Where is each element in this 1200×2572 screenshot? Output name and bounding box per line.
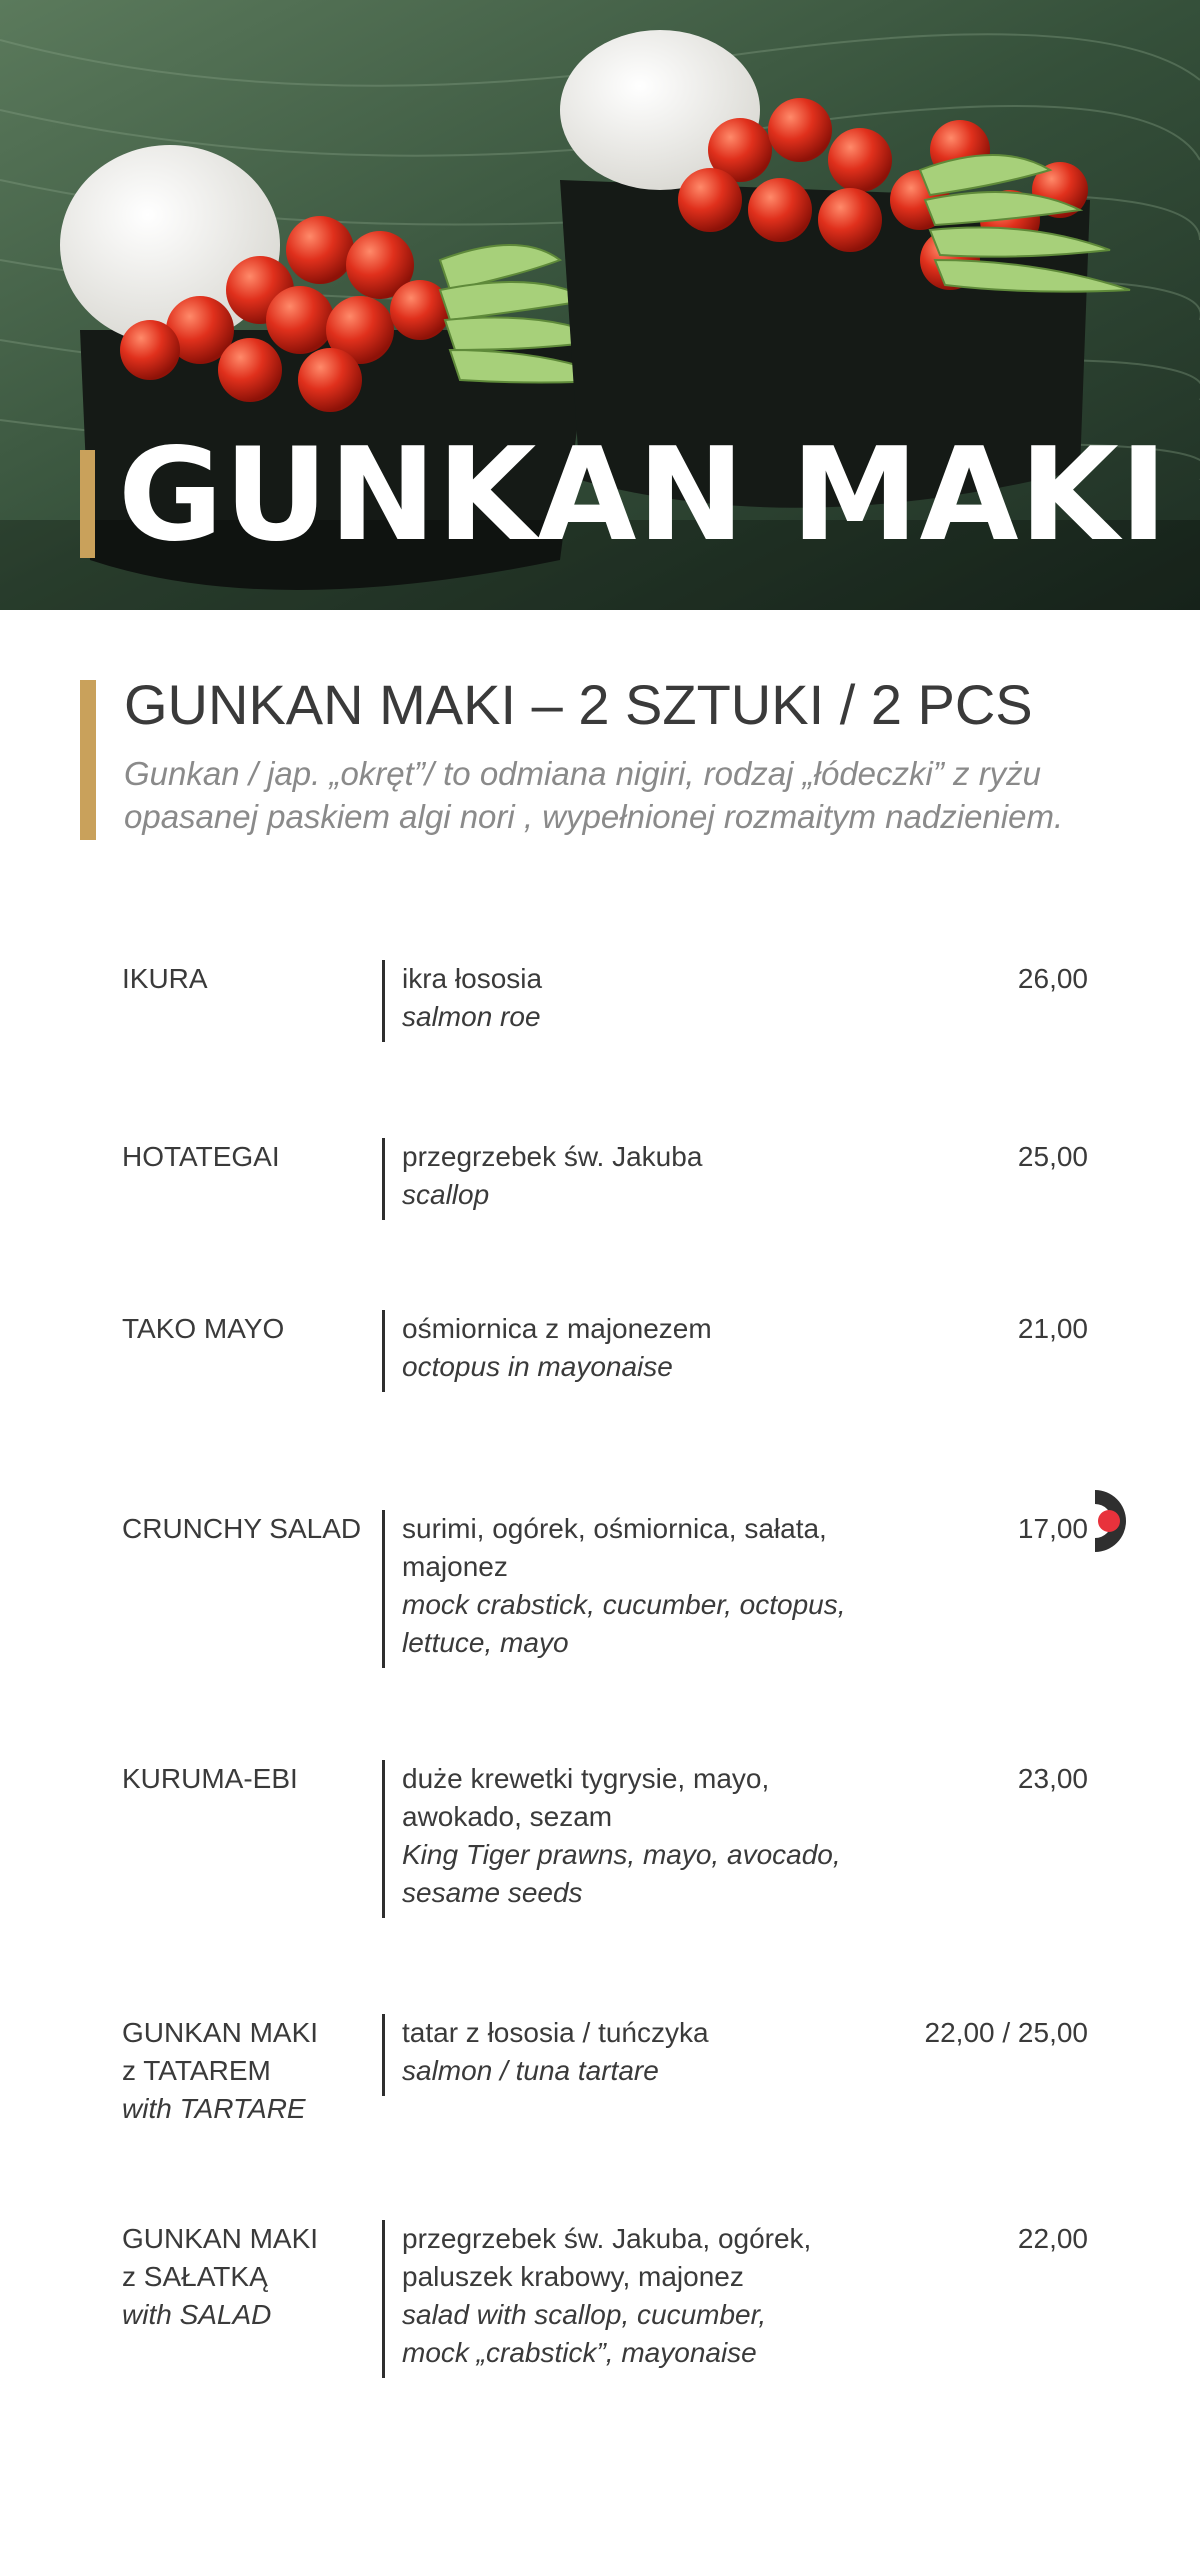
item-name-line: GUNKAN MAKI [122, 2017, 319, 2048]
item-name-english: with SALAD [122, 2299, 272, 2330]
item-description-english: salmon / tuna tartare [402, 2055, 659, 2086]
item-name: HOTATEGAI [122, 1138, 372, 1176]
item-description-english: mock crabstick, cucumber, octopus, [402, 1589, 846, 1620]
item-price: 22,00 [1017, 2223, 1088, 2254]
item-description: przegrzebek św. Jakuba scallop [402, 1138, 922, 1214]
item-description-polish: awokado, sezam [402, 1801, 613, 1832]
item-divider [382, 960, 385, 1042]
item-price: 25,00 [1017, 1141, 1088, 1172]
item-description-english: mock „crabstick”, mayonaise [402, 2337, 757, 2368]
item-divider [382, 1760, 385, 1918]
item-description-polish: majonez [402, 1551, 508, 1582]
item-name-line: z SAŁATKĄ [122, 2261, 268, 2292]
item-name: GUNKAN MAKI z TATAREM with TARTARE [122, 2014, 372, 2128]
item-divider [382, 1510, 385, 1668]
item-name: CRUNCHY SALAD [122, 1510, 372, 1548]
item-description-polish: duże krewetki tygrysie, mayo, [402, 1763, 770, 1794]
item-name-line: CRUNCHY SALAD [122, 1513, 362, 1544]
item-name: IKURA [122, 960, 372, 998]
item-price: 22,00 / 25,00 [924, 2017, 1088, 2048]
item-name-line: HOTATEGAI [122, 1141, 280, 1172]
hero-title: GUNKAN MAKI [118, 421, 1169, 570]
item-description-english: salad with scallop, cucumber, [402, 2299, 767, 2330]
item-name: KURUMA-EBI [122, 1760, 372, 1798]
item-name-line: TAKO MAYO [122, 1313, 285, 1344]
item-description-polish: przegrzebek św. Jakuba, ogórek, [402, 2223, 812, 2254]
item-name-line: IKURA [122, 963, 208, 994]
item-description: duże krewetki tygrysie, mayo, awokado, se… [402, 1760, 922, 1912]
item-description: ikra łososia salmon roe [402, 960, 922, 1036]
item-description-polish: tatar z łososia / tuńczyka [402, 2017, 709, 2048]
item-divider [382, 1138, 385, 1220]
item-description-english: salmon roe [402, 1001, 541, 1032]
hero-banner: GUNKAN MAKI [0, 0, 1200, 610]
section-accent-bar [80, 680, 96, 840]
item-name: TAKO MAYO [122, 1310, 372, 1348]
item-description: surimi, ogórek, ośmiornica, sałata, majon… [402, 1510, 922, 1662]
item-name: GUNKAN MAKI z SAŁATKĄ with SALAD [122, 2220, 372, 2334]
item-description: przegrzebek św. Jakuba, ogórek, paluszek … [402, 2220, 922, 2372]
item-divider [382, 2014, 385, 2096]
item-name-line: GUNKAN MAKI [122, 2223, 319, 2254]
item-description: ośmiornica z majonezem octopus in mayonai… [402, 1310, 922, 1386]
item-divider [382, 2220, 385, 2378]
item-price: 21,00 [1017, 1313, 1088, 1344]
item-description-english: sesame seeds [402, 1877, 583, 1908]
item-price: 26,00 [1017, 963, 1088, 994]
item-name-english: with TARTARE [122, 2093, 306, 2124]
section-description: Gunkan / jap. „okręt”/ to odmiana nigiri… [124, 755, 1064, 835]
item-name-line: KURUMA-EBI [122, 1763, 298, 1794]
hero-title-accent-bar [80, 450, 95, 558]
item-price: 17,00 [1017, 1513, 1088, 1544]
item-description-english: King Tiger prawns, mayo, avocado, [402, 1839, 841, 1870]
item-name-line: z TATAREM [122, 2055, 271, 2086]
item-description-english: scallop [402, 1179, 490, 1210]
item-description-polish: ośmiornica z majonezem [402, 1313, 712, 1344]
item-description-english: lettuce, mayo [402, 1627, 569, 1658]
item-description-polish: paluszek krabowy, majonez [402, 2261, 744, 2292]
item-description-english: octopus in mayonaise [402, 1351, 673, 1382]
item-divider [382, 1310, 385, 1392]
item-description-polish: przegrzebek św. Jakuba [402, 1141, 703, 1172]
item-description-polish: ikra łososia [402, 963, 543, 994]
item-price: 23,00 [1017, 1763, 1088, 1794]
item-description: tatar z łososia / tuńczyka salmon / tuna … [402, 2014, 922, 2090]
section-title: GUNKAN MAKI – 2 SZTUKI / 2 PCS [124, 673, 1033, 736]
spicy-marker-icon [1095, 1490, 1126, 1552]
item-description-polish: surimi, ogórek, ośmiornica, sałata, [402, 1513, 827, 1544]
